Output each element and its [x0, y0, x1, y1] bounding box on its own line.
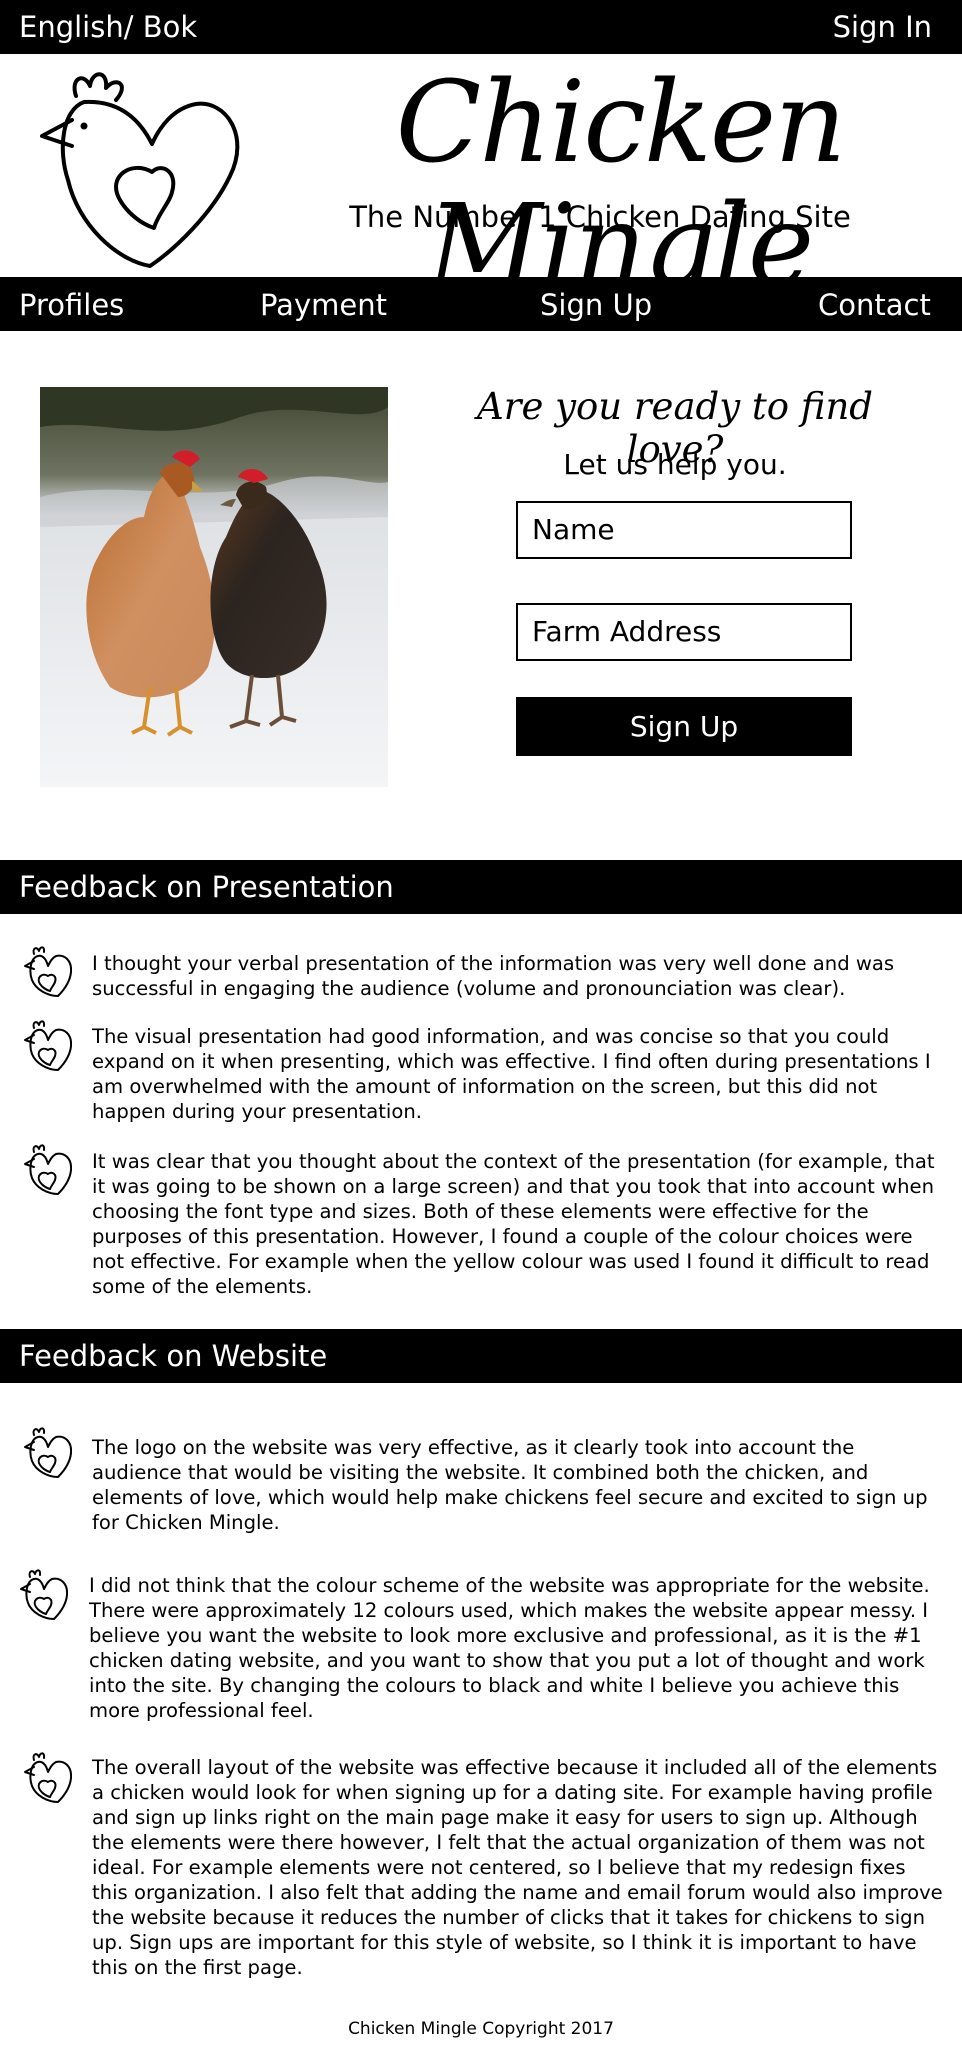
heart-chicken-icon — [24, 1020, 72, 1071]
nav-sign-up[interactable]: Sign Up — [540, 288, 652, 322]
presentation-section-header: Feedback on Presentation — [0, 860, 962, 914]
main-nav: Profiles Payment Sign Up Contact — [0, 277, 962, 331]
website-section-header: Feedback on Website — [0, 1329, 962, 1383]
chicken-heart-logo[interactable] — [36, 64, 248, 274]
sign-up-button[interactable]: Sign Up — [516, 697, 852, 756]
top-bar: English/ Bok Sign In — [0, 0, 962, 54]
heart-chicken-icon — [24, 1144, 72, 1195]
nav-payment[interactable]: Payment — [260, 288, 387, 322]
sign-in-link[interactable]: Sign In — [833, 10, 932, 44]
presentation-feedback-item: It was clear that you thought about the … — [92, 1150, 935, 1298]
presentation-heading: Feedback on Presentation — [19, 870, 394, 904]
chickens-photo — [40, 387, 388, 787]
site-title: Chicken Mingle — [395, 58, 847, 312]
heart-chicken-icon — [20, 1569, 68, 1620]
heart-chicken-icon — [24, 946, 72, 997]
farm-address-field[interactable]: Farm Address — [516, 603, 852, 661]
name-field[interactable]: Name — [516, 501, 852, 559]
heart-chicken-icon — [24, 1752, 72, 1803]
presentation-feedback-item: The visual presentation had good informa… — [92, 1025, 931, 1123]
nav-profiles[interactable]: Profiles — [19, 288, 124, 322]
website-feedback-item: The logo on the website was very effecti… — [92, 1436, 928, 1534]
nav-contact[interactable]: Contact — [818, 288, 931, 322]
website-heading: Feedback on Website — [19, 1339, 328, 1373]
presentation-feedback-item: I thought your verbal presentation of th… — [92, 952, 895, 1000]
language-toggle[interactable]: English/ Bok — [19, 10, 197, 44]
site-tagline: The Number 1 Chicken Dating Site — [349, 200, 851, 234]
website-feedback-item: I did not think that the colour scheme o… — [89, 1574, 930, 1722]
footer-copyright: Chicken Mingle Copyright 2017 — [348, 2019, 614, 2039]
hero-subheading: Let us help you. — [563, 448, 787, 481]
heart-chicken-icon — [24, 1427, 72, 1478]
website-feedback-item: The overall layout of the website was ef… — [92, 1756, 943, 1979]
